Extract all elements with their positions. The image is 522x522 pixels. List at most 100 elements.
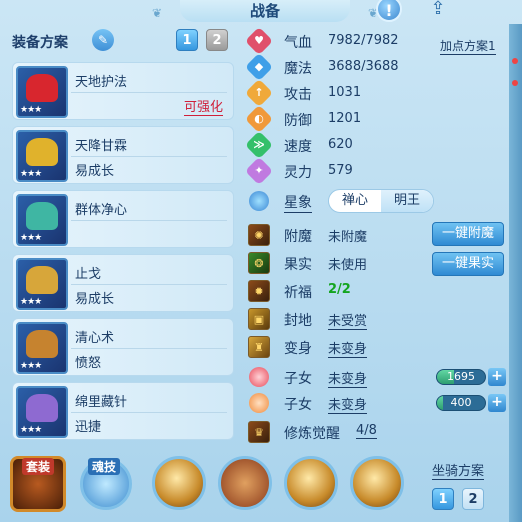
equipment-name: 绵里藏针 (75, 395, 128, 410)
equipment-name: 清心术 (75, 331, 115, 346)
stat-value: 579 (328, 163, 353, 178)
equipment-trait: 迅捷 (75, 420, 102, 435)
progress-text: 1695 (447, 370, 475, 383)
refine-icon: ♛ (248, 421, 270, 443)
star-rating: ★★★ (20, 361, 42, 371)
notify-dot-icon (512, 58, 518, 64)
star-sign-option-mingwang[interactable]: 明王 (381, 190, 433, 212)
stat-label: 魔法 (284, 61, 312, 77)
child-label: 子女 (284, 371, 312, 387)
enchant-label: 附魔 (284, 229, 312, 245)
companion-slot-1-icon[interactable] (152, 456, 206, 510)
enchant-row: ✺ 附魔 未附魔 一键附魔 (246, 222, 508, 248)
fief-icon: ▣ (248, 308, 270, 330)
one-click-enchant-button[interactable]: 一键附魔 (432, 222, 504, 246)
stat-hp: ♥ 气血 7982/7982 加点方案1 (244, 26, 508, 56)
child-value[interactable]: 未变身 (328, 394, 368, 414)
add-plus-icon[interactable]: + (488, 394, 506, 412)
upgrade-available-tag[interactable]: 可强化 (183, 96, 223, 116)
equipment-art-icon (26, 202, 58, 230)
enchant-value: 未附魔 (328, 230, 368, 245)
star-rating: ★★★ (20, 105, 42, 115)
equipment-icon: ★★★ (16, 322, 68, 374)
stat-speed: ≫ 速度 620 (244, 130, 508, 160)
equipment-plan-panel: 装备方案 ✎ 1 2 ★★★ 天地护法 可强化 ★★★ 天降甘霖 易成长 ★★★… (8, 26, 240, 446)
star-sign-toggle[interactable]: 禅心 明王 (328, 189, 434, 213)
equipment-trait: 易成长 (75, 292, 115, 307)
share-icon[interactable]: ⇪ (424, 0, 452, 20)
transform-value[interactable]: 未变身 (328, 338, 368, 358)
equipment-item[interactable]: ★★★ 止戈 易成长 (12, 254, 234, 312)
divider (71, 412, 227, 413)
star-sign-label[interactable]: 星象 (284, 192, 312, 213)
blessing-label: 祈福 (284, 285, 312, 301)
blessing-icon: ✹ (248, 280, 270, 302)
star-rating: ★★★ (20, 425, 42, 435)
add-points-plan-link[interactable]: 加点方案1 (440, 37, 496, 55)
refine-value[interactable]: 4/8 (356, 423, 377, 439)
equipment-item[interactable]: ★★★ 群体净心 (12, 190, 234, 248)
fief-value[interactable]: 未受赏 (328, 310, 368, 330)
stat-label: 气血 (284, 35, 312, 51)
stat-defense: ◐ 防御 1201 (244, 104, 508, 134)
child-value[interactable]: 未变身 (328, 368, 368, 388)
star-rating: ★★★ (20, 233, 42, 243)
companion-slot-4-icon[interactable] (350, 456, 404, 510)
attack-icon: ↑ (244, 78, 274, 108)
fruit-row: ❂ 果实 未使用 一键果实 (246, 250, 508, 276)
equipment-trait: 愤怒 (75, 356, 102, 371)
alert-icon[interactable]: ! (376, 0, 402, 22)
divider (71, 92, 227, 93)
star-sign-option-chanxin[interactable]: 禅心 (329, 190, 381, 212)
equipment-item[interactable]: ★★★ 清心术 愤怒 (12, 318, 234, 376)
side-edge (509, 24, 522, 522)
title-bar: ❦ 战备 ❦ (152, 0, 378, 22)
equipment-name: 止戈 (75, 267, 102, 282)
child-icon (249, 393, 269, 413)
child-row: 子女 未变身 400 + (246, 390, 508, 416)
edit-pencil-icon[interactable]: ✎ (92, 29, 114, 51)
plan-tab-2[interactable]: 2 (206, 29, 228, 51)
stats-panel: ♥ 气血 7982/7982 加点方案1 ◆ 魔法 3688/3688 ↑ 攻击… (244, 26, 508, 446)
equipment-item[interactable]: ★★★ 天地护法 可强化 (12, 62, 234, 120)
equipment-plan-heading: 装备方案 (12, 35, 68, 51)
mana-icon: ◆ (244, 52, 274, 82)
mount-tab-2[interactable]: 2 (462, 488, 484, 510)
fief-label: 封地 (284, 313, 312, 329)
equipment-icon: ★★★ (16, 130, 68, 182)
speed-icon: ≫ (244, 130, 274, 160)
companion-slot-2-icon[interactable] (218, 456, 272, 510)
set-label: 套装 (22, 458, 55, 475)
stat-value: 7982/7982 (328, 33, 399, 48)
add-plus-icon[interactable]: + (488, 368, 506, 386)
mount-plan-label[interactable]: 坐骑方案 (432, 460, 485, 480)
plan-tab-1[interactable]: 1 (176, 29, 198, 51)
bottom-bar: 套装 魂技 坐骑方案 1 2 (0, 448, 509, 522)
page-title: 战备 (249, 2, 280, 20)
equipment-art-icon (26, 394, 58, 422)
title-ornament-left: ❦ (152, 6, 163, 20)
star-sign-icon (249, 191, 269, 211)
one-click-fruit-button[interactable]: 一键果实 (432, 252, 504, 276)
equipment-art-icon (26, 138, 58, 166)
equipment-icon: ★★★ (16, 194, 68, 246)
equipment-item[interactable]: ★★★ 绵里藏针 迅捷 (12, 382, 234, 440)
enchant-icon: ✺ (248, 224, 270, 246)
companion-slot-3-icon[interactable] (284, 456, 338, 510)
divider (71, 220, 227, 221)
star-rating: ★★★ (20, 169, 42, 179)
stat-spirit: ✦ 灵力 579 (244, 156, 508, 186)
divider (71, 284, 227, 285)
transform-icon: ♜ (248, 336, 270, 358)
stat-value: 1201 (328, 111, 362, 126)
stat-value: 3688/3688 (328, 59, 399, 74)
star-rating: ★★★ (20, 297, 42, 307)
fief-row: ▣ 封地 未受赏 (246, 306, 508, 332)
stat-label: 攻击 (284, 87, 312, 103)
equipment-item[interactable]: ★★★ 天降甘霖 易成长 (12, 126, 234, 184)
mount-tab-1[interactable]: 1 (432, 488, 454, 510)
stat-attack: ↑ 攻击 1031 (244, 78, 508, 108)
heart-icon: ♥ (244, 26, 274, 56)
equipment-screen: ❦ 战备 ❦ ! ⇪ 装备方案 ✎ 1 2 ★★★ 天地护法 可强化 ★★★ 天… (0, 0, 522, 522)
equipment-name: 天降甘霖 (75, 139, 128, 154)
